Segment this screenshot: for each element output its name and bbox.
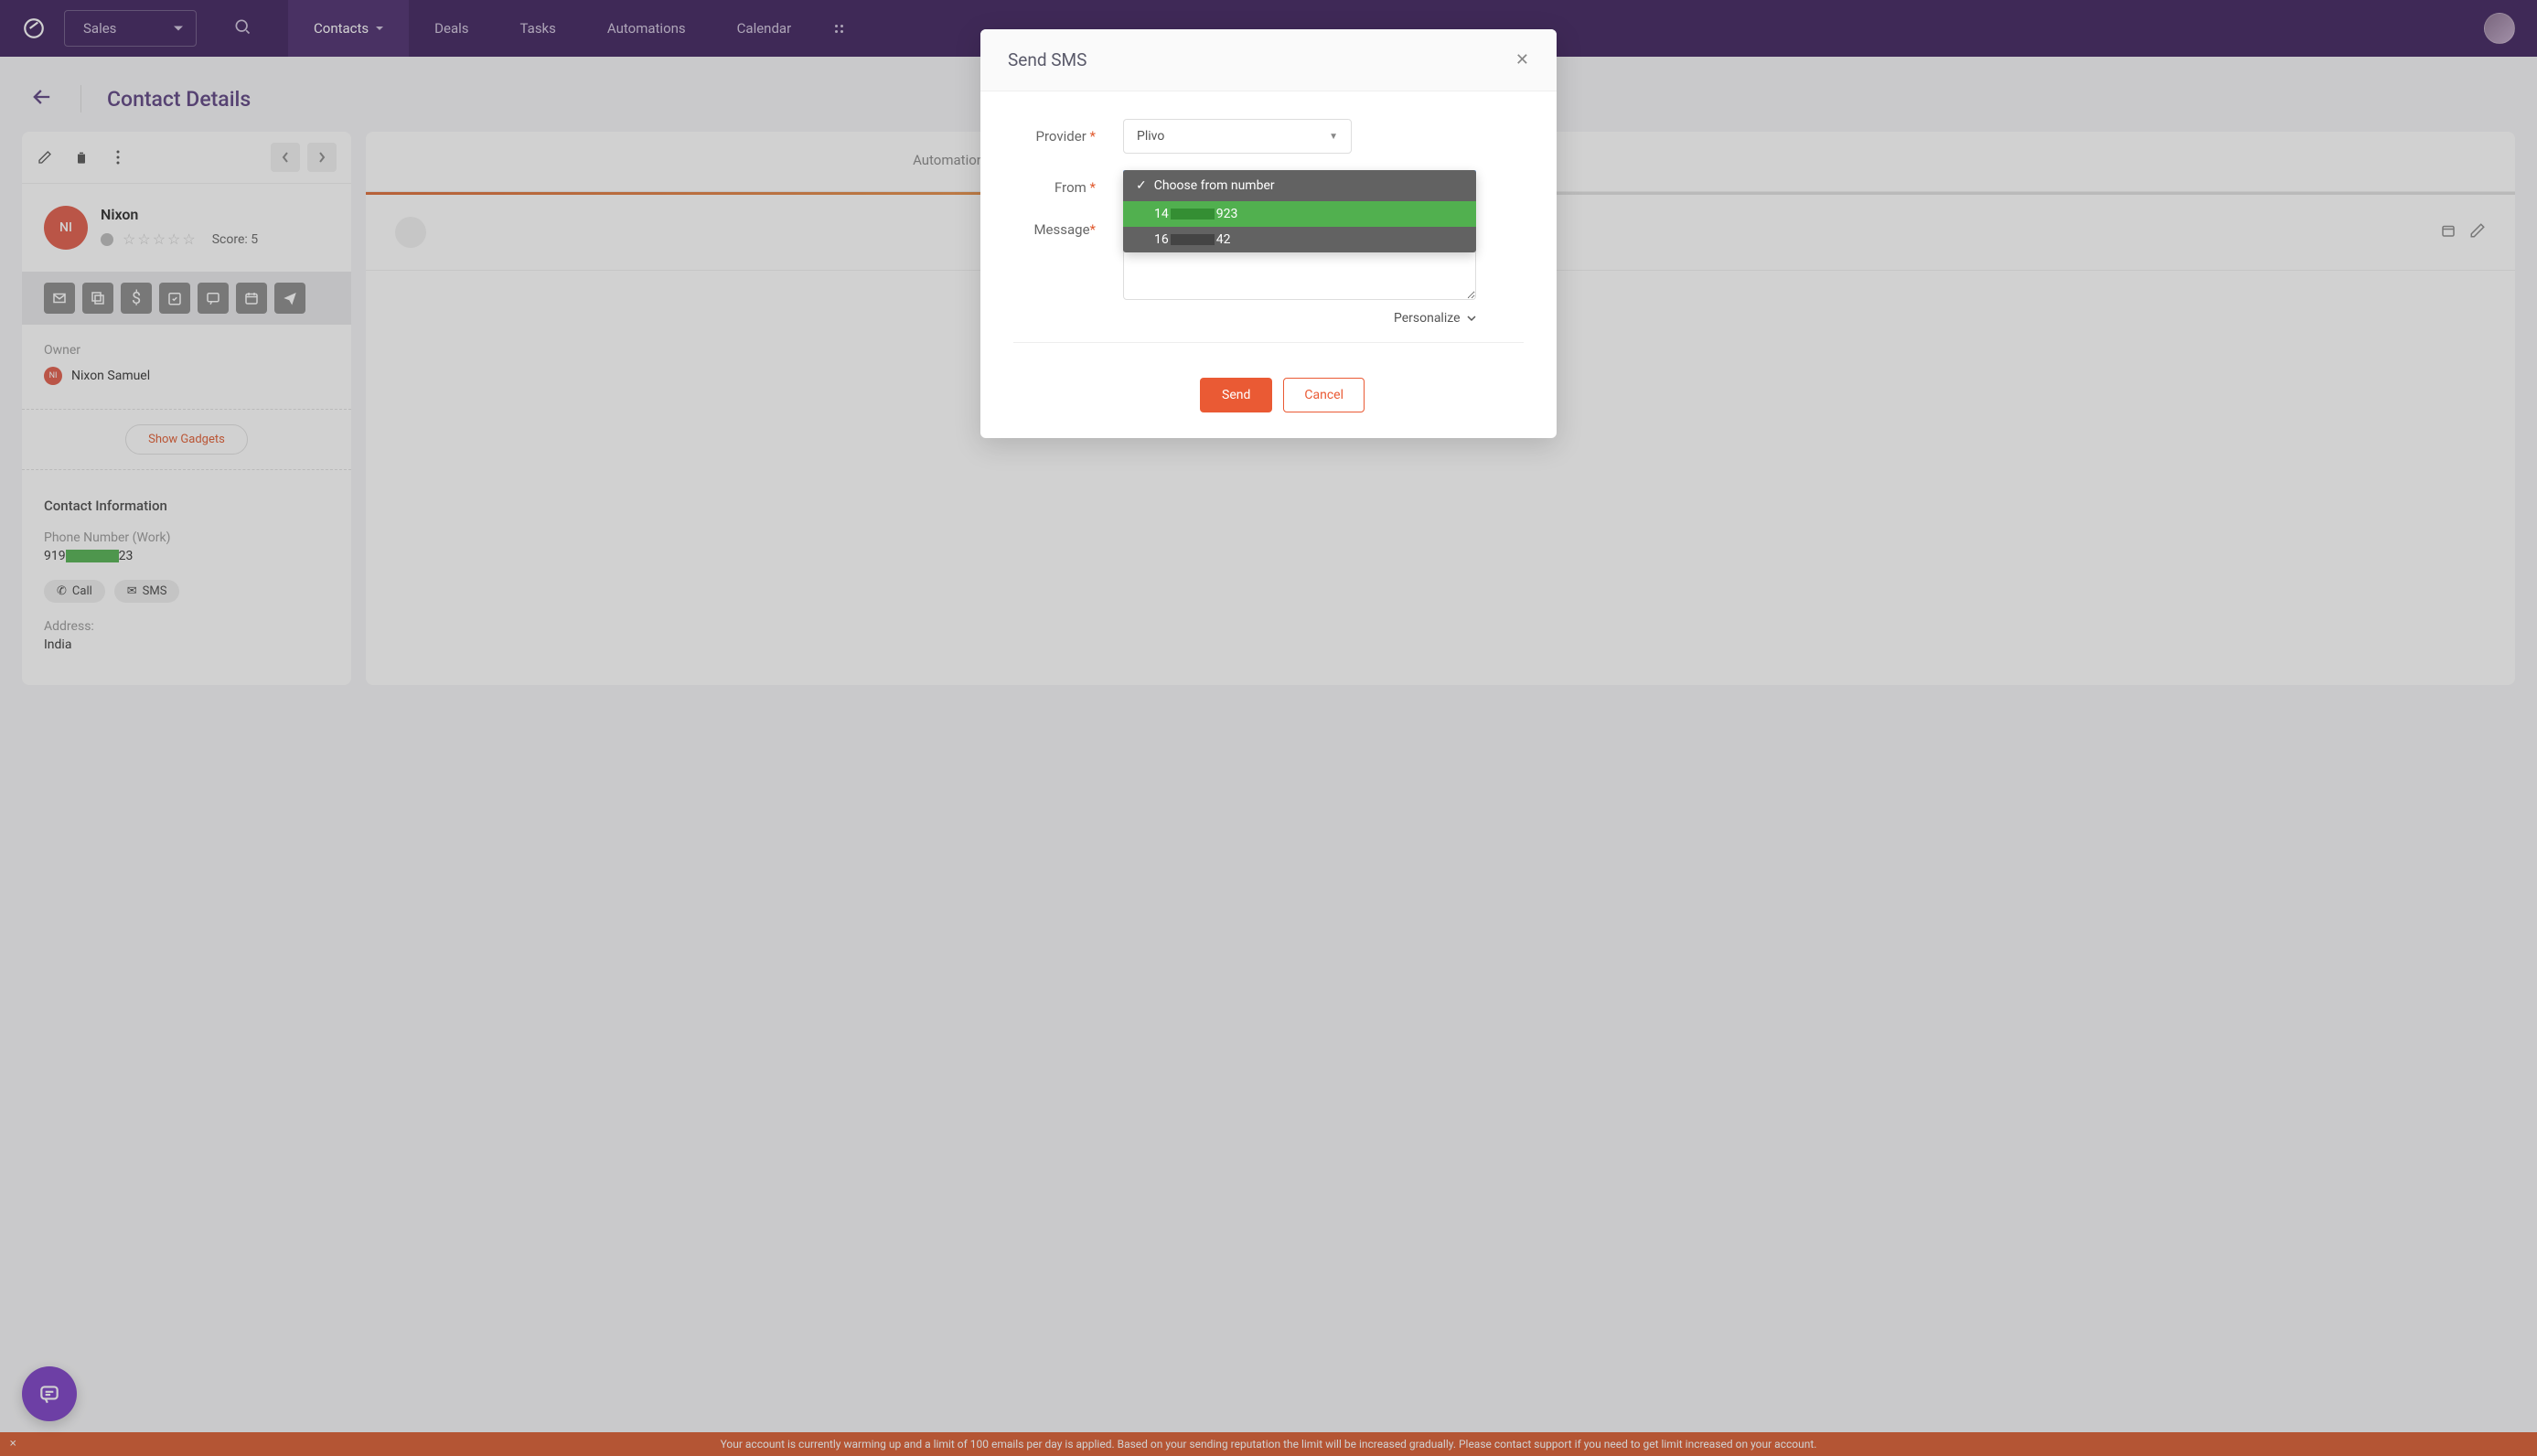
- modal-header: Send SMS ✕: [980, 29, 1557, 91]
- from-label: From *: [1013, 170, 1123, 196]
- provider-label: Provider *: [1013, 119, 1123, 145]
- provider-select[interactable]: Plivo ▼: [1123, 119, 1352, 154]
- check-icon: ✓: [1136, 178, 1147, 193]
- divider: [1013, 342, 1524, 343]
- redacted-bar: [1171, 209, 1215, 219]
- redacted-bar: [1171, 234, 1215, 245]
- from-dropdown: ✓ Choose from number 14923 1642: [1123, 170, 1476, 252]
- personalize-dropdown[interactable]: Personalize: [1123, 311, 1476, 326]
- chevron-down-icon: ▼: [1329, 132, 1338, 142]
- modal-footer: Send Cancel: [980, 378, 1557, 438]
- from-option-2[interactable]: 1642: [1123, 227, 1476, 252]
- message-label: Message*: [1013, 212, 1123, 238]
- close-icon[interactable]: ✕: [1515, 50, 1529, 70]
- cancel-button[interactable]: Cancel: [1283, 378, 1365, 412]
- send-button[interactable]: Send: [1200, 378, 1272, 412]
- send-sms-modal: Send SMS ✕ Provider * Plivo ▼ From * ✓ C…: [980, 29, 1557, 438]
- modal-title: Send SMS: [1008, 49, 1087, 70]
- modal-body: Provider * Plivo ▼ From * ✓ Choose from …: [980, 91, 1557, 378]
- from-option-1[interactable]: 14923: [1123, 201, 1476, 227]
- chevron-down-icon: [1467, 314, 1476, 323]
- dropdown-placeholder: ✓ Choose from number: [1123, 170, 1476, 201]
